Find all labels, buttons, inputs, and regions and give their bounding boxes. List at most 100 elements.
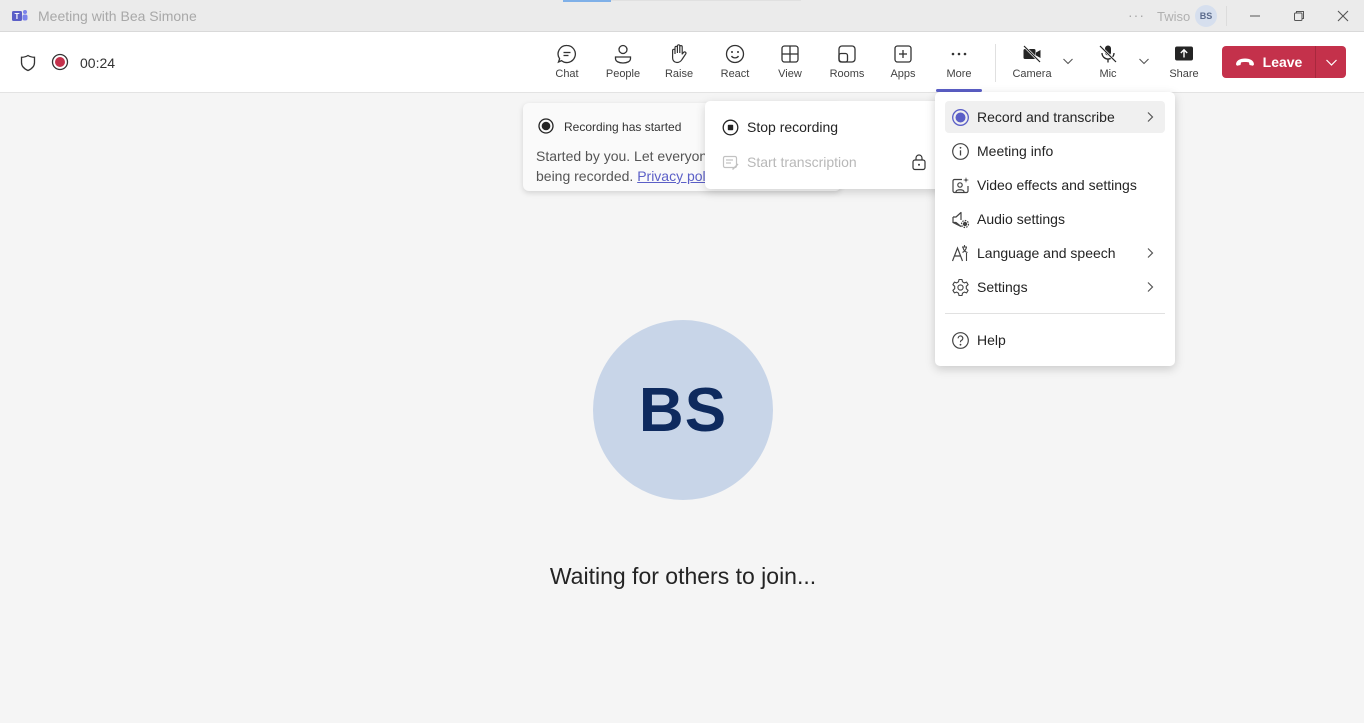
meeting-timer: 00:24 <box>80 55 116 71</box>
share-label: Share <box>1169 68 1199 80</box>
stop-recording-icon <box>722 119 739 135</box>
record-and-transcribe-menu-item[interactable]: Record and transcribe <box>945 101 1165 133</box>
window-title: Meeting with Bea Simone <box>38 8 197 24</box>
recording-indicator-icon <box>51 53 69 71</box>
notification-body-line: Started by you. Let everyon <box>536 148 706 164</box>
settings-label: Settings <box>977 279 1028 295</box>
leave-options-button[interactable] <box>1315 46 1346 78</box>
chevron-down-icon <box>1325 59 1337 66</box>
loading-indicator <box>563 0 611 2</box>
minimize-button[interactable] <box>1233 0 1277 32</box>
waiting-status: Waiting for others to join... <box>549 563 817 589</box>
stop-recording-label: Stop recording <box>747 119 839 135</box>
record-transcribe-submenu: Stop recording Start transcription <box>705 101 945 189</box>
view-label: View <box>778 68 802 80</box>
participant-avatar: BS <box>593 320 773 500</box>
chat-button[interactable]: Chat <box>541 40 593 86</box>
start-transcription-label: Start transcription <box>747 154 857 170</box>
participant-initials: BS <box>638 375 728 445</box>
camera-off-icon <box>1023 45 1041 63</box>
apps-label: Apps <box>890 68 916 80</box>
privacy-policy-link[interactable]: Privacy pol <box>637 168 705 184</box>
chat-label: Chat <box>555 68 579 80</box>
meeting-info-label: Meeting info <box>977 143 1054 159</box>
audio-settings-menu-item[interactable]: Audio settings <box>945 203 1165 235</box>
language-and-speech-menu-item[interactable]: Language and speech <box>945 237 1165 269</box>
restore-button[interactable] <box>1277 0 1321 32</box>
restore-icon <box>1294 11 1304 21</box>
start-transcription-menu-item[interactable]: Start transcription <box>705 145 945 179</box>
more-label: More <box>946 68 972 80</box>
people-icon <box>614 44 632 64</box>
hand-icon <box>672 44 687 64</box>
chevron-right-icon <box>1147 282 1154 292</box>
more-dots-icon <box>951 52 967 56</box>
loading-track <box>611 0 801 1</box>
gear-icon <box>952 278 969 296</box>
share-button[interactable]: Share <box>1158 40 1210 86</box>
plus-square-icon <box>894 45 912 63</box>
smiley-icon <box>725 44 745 64</box>
raise-label: Raise <box>664 68 694 80</box>
rooms-label: Rooms <box>829 68 865 80</box>
recording-icon <box>538 118 554 134</box>
settings-menu-item[interactable]: Settings <box>945 271 1165 303</box>
language-and-speech-label: Language and speech <box>977 245 1116 261</box>
teams-logo-icon: T <box>12 10 28 21</box>
more-button[interactable]: More <box>933 40 985 92</box>
transcript-icon <box>722 155 739 170</box>
menu-divider <box>945 313 1165 314</box>
settings-more-button[interactable]: ··· <box>1128 7 1145 23</box>
rooms-button[interactable]: Rooms <box>821 40 873 86</box>
camera-label: Camera <box>1012 68 1052 80</box>
record-icon <box>952 108 969 126</box>
grid-icon <box>781 45 799 63</box>
audio-settings-label: Audio settings <box>977 211 1065 227</box>
leave-button[interactable]: Leave <box>1222 46 1315 78</box>
rooms-icon <box>838 45 856 63</box>
notification-body-line: being recorded. Privacy pol <box>536 166 706 186</box>
share-icon <box>1175 46 1193 61</box>
meeting-info-menu-item[interactable]: Meeting info <box>945 135 1165 167</box>
minimize-icon <box>1250 15 1260 17</box>
toolbar-divider <box>995 44 996 82</box>
mic-options-chevron-icon[interactable] <box>1137 54 1151 68</box>
title-bar: T Meeting with Bea Simone ··· Twiso BS <box>0 0 1364 32</box>
mic-off-icon <box>1099 45 1117 63</box>
shield-icon[interactable] <box>20 54 36 72</box>
people-button[interactable]: People <box>597 40 649 86</box>
chevron-right-icon <box>1147 248 1154 258</box>
leave-button-group: Leave <box>1222 46 1346 78</box>
audio-settings-icon <box>952 211 970 228</box>
view-button[interactable]: View <box>764 40 816 86</box>
svg-text:T: T <box>15 12 20 21</box>
react-label: React <box>720 68 750 80</box>
apps-button[interactable]: Apps <box>877 40 929 86</box>
account-avatar[interactable]: BS <box>1195 5 1217 27</box>
notification-body-text: being recorded. <box>536 168 638 184</box>
hang-up-icon <box>1235 58 1254 66</box>
chat-icon <box>557 44 576 64</box>
help-menu-item[interactable]: Help <box>945 324 1165 356</box>
raise-hand-button[interactable]: Raise <box>653 40 705 86</box>
camera-options-chevron-icon[interactable] <box>1061 54 1075 68</box>
help-label: Help <box>977 332 1006 348</box>
chevron-right-icon <box>1147 112 1154 122</box>
people-label: People <box>605 68 641 80</box>
notification-body: Started by you. Let everyon being record… <box>536 146 706 186</box>
video-effects-label: Video effects and settings <box>977 177 1137 193</box>
video-effects-menu-item[interactable]: Video effects and settings <box>945 169 1165 201</box>
camera-button[interactable]: Camera <box>1006 40 1058 86</box>
react-button[interactable]: React <box>709 40 761 86</box>
mic-label: Mic <box>1099 68 1117 80</box>
mic-button[interactable]: Mic <box>1082 40 1134 86</box>
notification-title: Recording has started <box>564 120 682 134</box>
info-icon <box>952 142 969 160</box>
stop-recording-menu-item[interactable]: Stop recording <box>705 110 945 144</box>
close-window-button[interactable] <box>1321 0 1364 32</box>
lock-icon <box>912 154 926 171</box>
close-icon <box>1337 10 1349 22</box>
org-name[interactable]: Twiso <box>1157 9 1190 24</box>
video-effects-icon <box>952 176 969 193</box>
language-icon <box>951 244 968 261</box>
